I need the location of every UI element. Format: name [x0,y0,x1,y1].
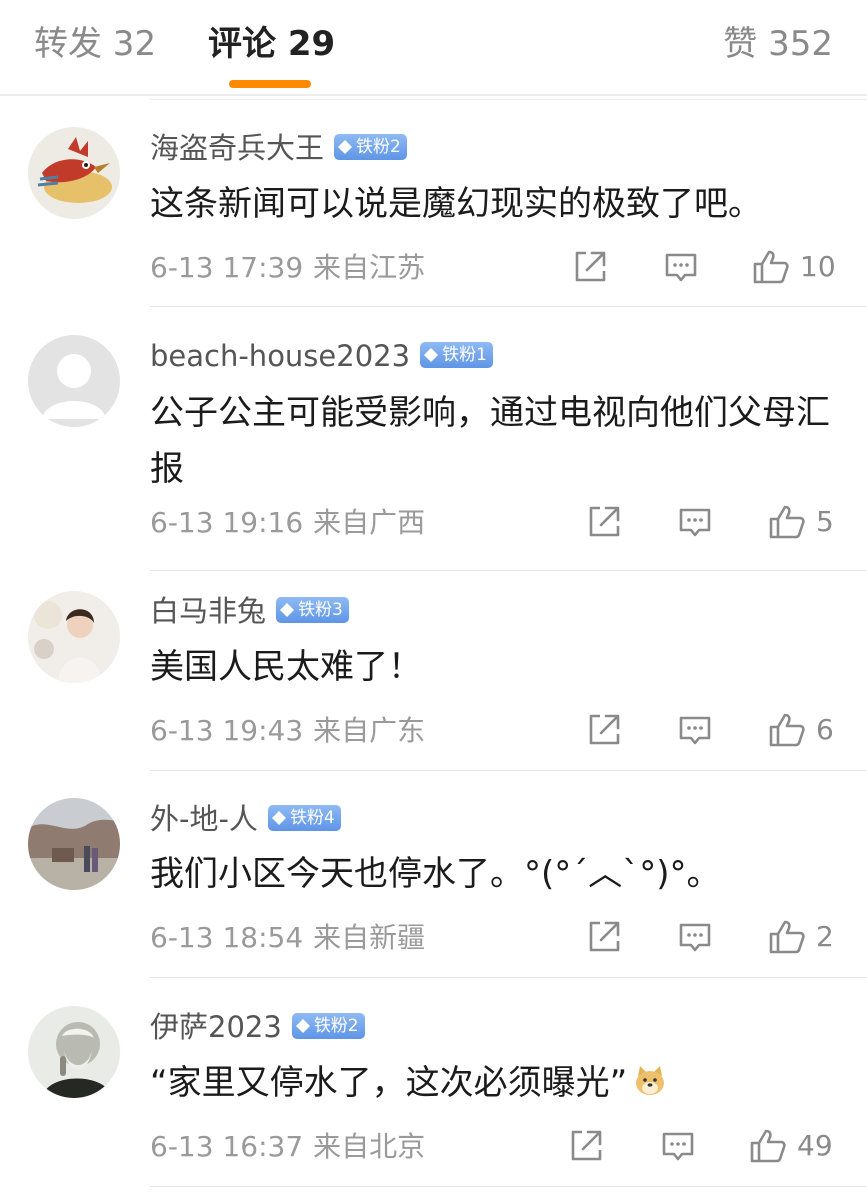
diamond-icon [280,603,295,617]
share-button[interactable] [586,919,622,955]
child-photo-avatar[interactable] [28,591,120,683]
comment-item: 白马非兔 铁粉3 美国人民太难了！ 6-13 19:43 来自广东 6 [0,571,867,771]
comment-icon [665,253,697,282]
tab-comments[interactable]: 评论 29 [208,22,335,66]
like-count: 5 [816,505,834,538]
comment-time: 6-13 16:37 [150,1130,304,1163]
comment-item: 海盗奇兵大王 铁粉2 这条新闻可以说是魔幻现实的极致了吧。 6-13 17:39 来… [0,100,867,307]
diamond-icon [424,348,439,362]
thumbs-up-icon [753,250,789,284]
comment-text: 公子公主可能受影响，通过电视向他们父母汇报 [150,393,830,489]
tab-likes[interactable]: 赞 352 [723,22,833,66]
active-tab-indicator [229,80,311,88]
comment-location: 来自新疆 [313,921,426,954]
share-button[interactable] [586,712,622,748]
fan-badge-label: 铁粉1 [442,345,487,365]
like-button[interactable]: 5 [768,504,834,540]
comment-location: 来自江苏 [313,251,426,284]
like-count: 6 [816,713,834,746]
comment-text: 这条新闻可以说是魔幻现实的极致了吧。 [150,184,762,224]
red-bird-drawing-avatar[interactable] [28,127,120,219]
diamond-icon [271,811,286,825]
doge-emoji [636,1066,665,1095]
tabs-divider [0,94,867,96]
comment-icon [679,716,711,745]
thumbs-up-icon [769,505,805,539]
thumbs-up-icon [769,713,805,747]
like-count: 2 [816,920,834,953]
comment-username[interactable]: 伊萨2023 [150,1010,282,1044]
comment-text: 我们小区今天也停水了。°(°ˊ︿ˋ°)°。 [150,854,721,894]
comment-username[interactable]: 白马非兔 [150,594,266,628]
thumbs-up-icon [750,1129,786,1163]
fan-badge: 铁粉2 [291,1013,365,1039]
outdoor-photo-avatar[interactable] [28,798,120,890]
comment-item: beach-house2023 铁粉1 公子公主可能受影响，通过电视向他们父母汇报… [0,307,867,571]
diamond-icon [295,1019,310,1033]
comment-location: 来自广西 [313,506,426,539]
fan-badge: 铁粉4 [267,805,341,831]
default-user-avatar[interactable] [28,335,120,427]
comment-time: 6-13 18:54 [150,921,304,954]
diamond-icon [338,140,353,154]
comment-item: 外-地-人 铁粉4 我们小区今天也停水了。°(°ˊ︿ˋ°)°。 6-13 18:5… [0,771,867,978]
like-button[interactable]: 2 [768,919,834,955]
fan-badge-label: 铁粉4 [289,808,335,828]
share-icon [575,251,606,282]
share-button[interactable] [572,249,608,285]
comment-username[interactable]: 海盗奇兵大王 [150,131,324,165]
comment-icon [679,923,711,952]
like-button[interactable]: 10 [752,249,836,285]
share-button[interactable] [568,1128,604,1164]
share-icon [589,506,620,537]
portrait-photo-avatar[interactable] [28,1006,120,1098]
comment-icon [662,1132,694,1161]
comment-icon [679,508,711,537]
fan-badge: 铁粉3 [276,597,349,623]
comment-text-content: “家里又停水了，这次必须曝光” [150,1063,628,1103]
share-icon [589,714,620,745]
comment-item: 伊萨2023 铁粉2 “家里又停水了，这次必须曝光” 6-13 16:37 来自北京… [0,978,867,1188]
fan-badge: 铁粉2 [334,134,407,160]
comment-divider [150,1186,867,1187]
tab-reposts[interactable]: 转发 32 [34,22,156,66]
comment-time: 6-13 17:39 [150,251,304,284]
comment-time: 6-13 19:43 [150,714,304,747]
reply-button[interactable] [660,1129,696,1165]
comment-username[interactable]: beach-house2023 [150,339,410,373]
comment-text: 美国人民太难了！ [150,647,422,687]
share-icon [589,921,620,952]
thumbs-up-icon [769,920,805,954]
like-button[interactable]: 6 [768,712,834,748]
comment-text: “家里又停水了，这次必须曝光” [150,1055,850,1111]
share-icon [571,1130,602,1161]
fan-badge-label: 铁粉3 [298,600,343,620]
fan-badge-label: 铁粉2 [313,1016,359,1036]
comment-username[interactable]: 外-地-人 [150,802,258,836]
like-button[interactable]: 49 [749,1128,833,1164]
like-count: 10 [800,250,836,283]
reply-button[interactable] [677,505,713,541]
reply-button[interactable] [677,713,713,749]
fan-badge-label: 铁粉2 [356,137,401,157]
comment-tabs: 转发 32 评论 29 赞 352 [0,0,867,96]
like-count: 49 [797,1129,833,1162]
comment-location: 来自北京 [313,1130,426,1163]
fan-badge: 铁粉1 [420,342,493,368]
share-button[interactable] [586,504,622,540]
comment-location: 来自广东 [313,714,426,747]
reply-button[interactable] [663,250,699,286]
reply-button[interactable] [677,920,713,956]
comment-time: 6-13 19:16 [150,506,304,539]
